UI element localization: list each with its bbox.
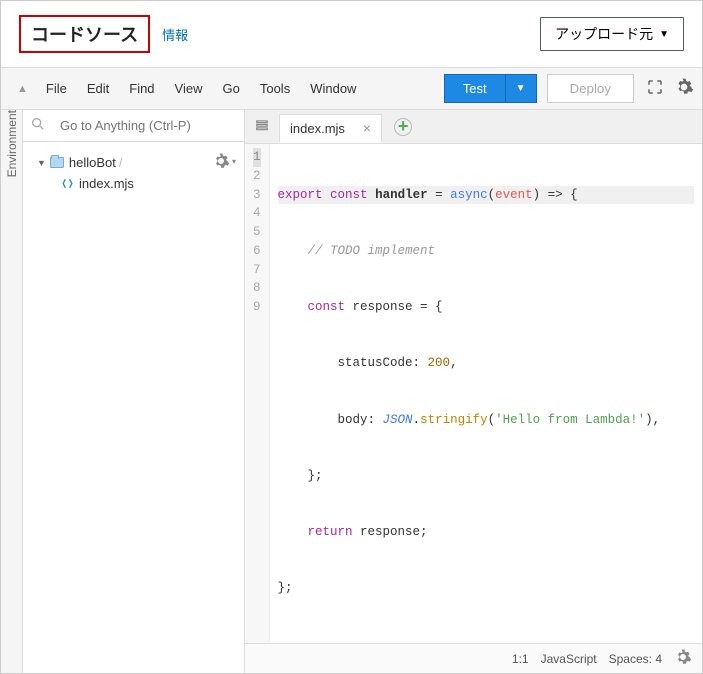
- tree-settings-icon[interactable]: ▾: [212, 152, 236, 170]
- environment-rail[interactable]: Environment: [1, 110, 23, 673]
- collapse-icon[interactable]: ▲: [9, 83, 36, 95]
- cursor-position[interactable]: 1:1: [512, 652, 529, 666]
- file-name: index.mjs: [79, 176, 134, 191]
- code-lines: export const handler = async(event) => {…: [270, 144, 702, 643]
- editor-column: index.mjs × + 123456789 export const han…: [245, 110, 702, 673]
- page-title: コードソース: [19, 15, 150, 53]
- code-line: // TODO implement: [278, 242, 694, 261]
- sidebar: ▾ ▼ helloBot / index.mjs: [23, 110, 245, 673]
- info-link[interactable]: 情報: [162, 25, 188, 44]
- js-file-icon: [61, 177, 74, 190]
- upload-from-button[interactable]: アップロード元 ▼: [540, 17, 684, 51]
- search-icon[interactable]: [23, 116, 52, 135]
- tab-close-icon[interactable]: ×: [363, 121, 371, 135]
- code-line: return response;: [278, 523, 694, 542]
- settings-gear-icon[interactable]: [674, 77, 694, 100]
- code-editor[interactable]: 123456789 export const handler = async(e…: [245, 144, 702, 643]
- search-input[interactable]: [52, 110, 244, 141]
- environment-label: Environment: [5, 110, 19, 237]
- code-line: const response = {: [278, 298, 694, 317]
- tab-list-icon[interactable]: [245, 118, 279, 135]
- menubar: ▲ File Edit Find View Go Tools Window Te…: [1, 68, 702, 110]
- deploy-button[interactable]: Deploy: [547, 74, 635, 103]
- folder-icon: [50, 157, 64, 168]
- menu-window[interactable]: Window: [300, 75, 366, 102]
- folder-caret-icon: ▼: [37, 158, 46, 168]
- menu-items: File Edit Find View Go Tools Window: [36, 75, 367, 102]
- test-button-group: Test ▼: [444, 74, 537, 103]
- menu-go[interactable]: Go: [213, 75, 250, 102]
- folder-slash: /: [119, 155, 123, 170]
- fullscreen-icon[interactable]: [646, 78, 664, 99]
- tree-file[interactable]: index.mjs: [57, 173, 238, 194]
- tree-folder[interactable]: ▼ helloBot /: [33, 152, 238, 173]
- tab-active[interactable]: index.mjs ×: [279, 114, 382, 143]
- menu-find[interactable]: Find: [119, 75, 164, 102]
- line-gutter: 123456789: [245, 144, 270, 643]
- header-bar: コードソース 情報 アップロード元 ▼: [1, 1, 702, 68]
- upload-label: アップロード元: [555, 24, 653, 44]
- status-gear-icon[interactable]: [674, 648, 692, 669]
- code-line: };: [278, 579, 694, 598]
- code-line: };: [278, 467, 694, 486]
- code-line: [278, 636, 694, 644]
- tab-label: index.mjs: [290, 121, 345, 136]
- menu-file[interactable]: File: [36, 75, 77, 102]
- status-bar: 1:1 JavaScript Spaces: 4: [245, 643, 702, 673]
- menu-view[interactable]: View: [165, 75, 213, 102]
- code-line: body: JSON.stringify('Hello from Lambda!…: [278, 411, 694, 430]
- language-mode[interactable]: JavaScript: [541, 652, 597, 666]
- code-line: export const handler = async(event) => {: [278, 186, 694, 205]
- test-dropdown[interactable]: ▼: [506, 74, 537, 103]
- file-tree: ▾ ▼ helloBot / index.mjs: [23, 142, 244, 673]
- menu-tools[interactable]: Tools: [250, 75, 300, 102]
- code-line: statusCode: 200,: [278, 354, 694, 373]
- test-button[interactable]: Test: [444, 74, 506, 103]
- menu-edit[interactable]: Edit: [77, 75, 119, 102]
- caret-down-icon: ▼: [659, 29, 669, 40]
- tab-row: index.mjs × +: [245, 110, 702, 144]
- indent-setting[interactable]: Spaces: 4: [609, 652, 662, 666]
- folder-name: helloBot: [69, 155, 116, 170]
- tab-add-icon[interactable]: +: [394, 118, 412, 136]
- search-row: [23, 110, 244, 142]
